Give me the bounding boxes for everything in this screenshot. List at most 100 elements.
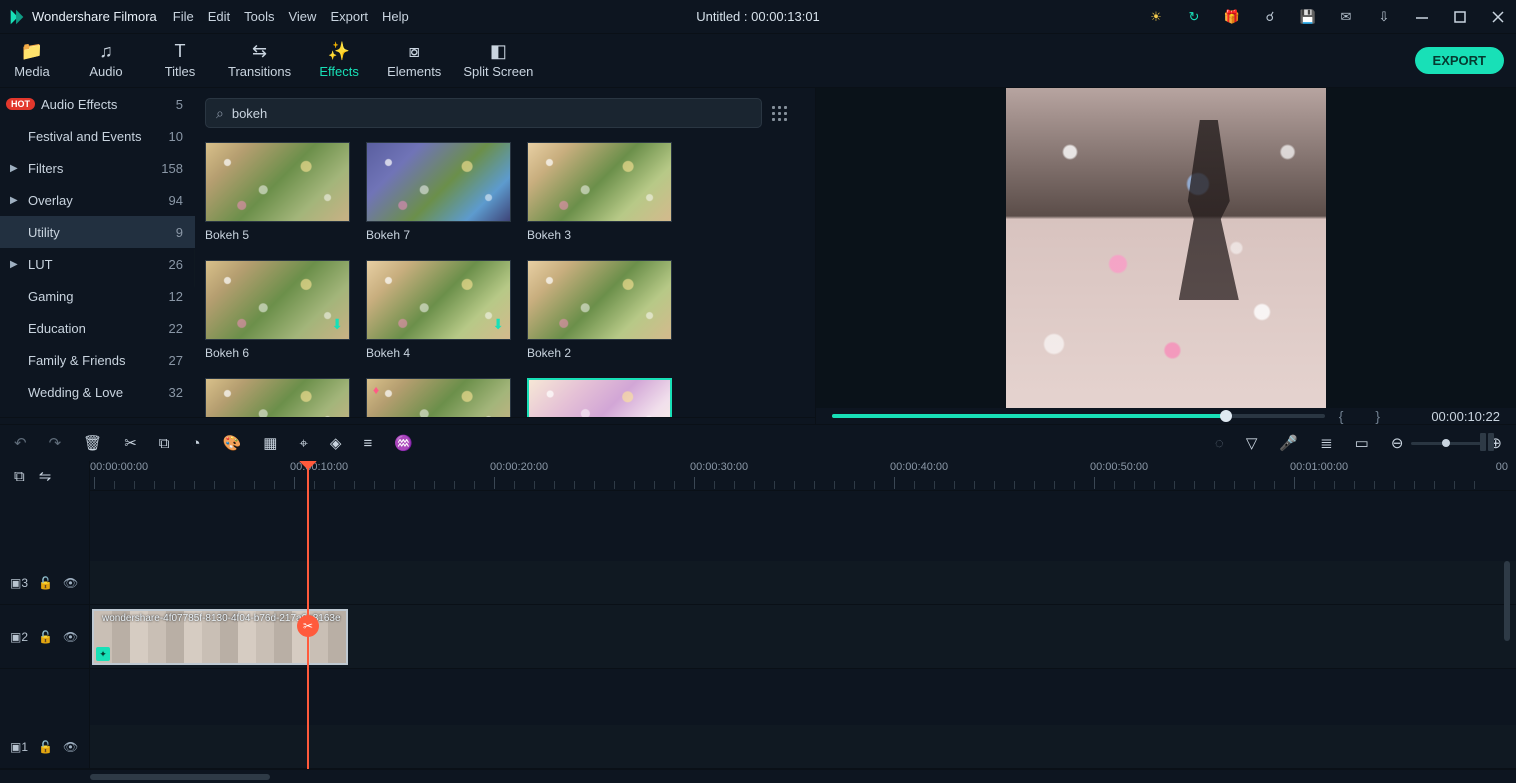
effect-label: Bokeh 4 [366, 346, 511, 360]
eye-icon[interactable]: 👁 [63, 630, 78, 644]
export-button[interactable]: EXPORT [1415, 47, 1504, 74]
sidebar-item-family[interactable]: Family & Friends27 [0, 344, 195, 376]
eye-icon[interactable]: 👁 [63, 740, 78, 754]
search-input[interactable] [230, 105, 751, 122]
playhead[interactable]: ✂ [307, 461, 309, 769]
sidebar-item-festival[interactable]: Festival and Events10 [0, 120, 195, 152]
zoom-out-icon[interactable]: ⊖ [1391, 434, 1404, 452]
playhead-scissors-icon[interactable]: ✂ [297, 615, 319, 637]
color-icon[interactable]: 🎨 [223, 434, 242, 452]
link-icon[interactable]: ⇋ [39, 467, 52, 485]
effect-item[interactable] [527, 378, 672, 417]
effects-categories-sidebar[interactable]: HOTAudio Effects5 Festival and Events10 … [0, 88, 195, 417]
zoom-slider[interactable] [1411, 442, 1481, 445]
save-icon[interactable]: 💾 [1298, 7, 1318, 27]
sidebar-item-overlay[interactable]: ▶Overlay94 [0, 184, 195, 216]
green-screen-icon[interactable]: ▦ [263, 434, 277, 452]
tab-media[interactable]: 📁Media [6, 42, 58, 79]
app-logo-icon [8, 8, 26, 26]
effect-item[interactable]: Bokeh 3 [527, 142, 672, 252]
scrollbar-thumb[interactable] [90, 774, 270, 780]
tab-titles[interactable]: TTitles [154, 42, 206, 79]
audio-wave-icon[interactable]: ♒ [394, 434, 413, 452]
menu-help[interactable]: Help [382, 9, 409, 24]
gift-icon[interactable]: 🎁 [1222, 7, 1242, 27]
track-header-3[interactable]: ▣3🔓👁 [0, 561, 89, 605]
message-icon[interactable]: ✉ [1336, 7, 1356, 27]
effect-item[interactable]: Bokeh 5 [205, 142, 350, 252]
tab-effects[interactable]: ✨Effects [313, 42, 365, 79]
cut-icon[interactable]: ✂ [124, 434, 137, 452]
effect-item[interactable] [205, 378, 350, 417]
view-grid-icon[interactable] [772, 106, 787, 121]
sidebar-item-lut[interactable]: ▶LUT26 [0, 248, 195, 280]
eye-icon[interactable]: 👁 [63, 576, 78, 590]
motion-tracking-icon[interactable]: ⌖ [299, 435, 307, 452]
sidebar-item-wedding[interactable]: Wedding & Love32 [0, 376, 195, 408]
account-icon[interactable]: ☌ [1260, 7, 1280, 27]
effect-label: Bokeh 6 [205, 346, 350, 360]
lock-icon[interactable]: 🔓 [38, 630, 53, 644]
tab-transitions[interactable]: ⇆Transitions [228, 42, 291, 79]
sidebar-item-gaming[interactable]: Gaming12 [0, 280, 195, 312]
speed-icon[interactable]: ◔ [192, 435, 201, 452]
preview-canvas[interactable] [816, 88, 1516, 408]
menu-tools[interactable]: Tools [244, 9, 274, 24]
minimize-icon[interactable] [1412, 7, 1432, 27]
folder-icon: 📁 [21, 42, 43, 60]
sidebar-item-filters[interactable]: ▶Filters158 [0, 152, 195, 184]
track-1[interactable] [90, 725, 1516, 769]
premium-gem-icon: ♦ [373, 383, 379, 397]
keyframe-icon[interactable]: ◈ [330, 434, 342, 452]
tab-titles-label: Titles [165, 64, 196, 79]
adjust-icon[interactable]: ≡ [363, 435, 372, 452]
effects-search[interactable]: ⌕ [205, 98, 762, 128]
effect-item[interactable]: Bokeh 2 [527, 260, 672, 370]
render-icon[interactable]: ◌ [1215, 435, 1224, 452]
zoom-thumb[interactable] [1442, 439, 1450, 447]
effect-item[interactable]: Bokeh 7 [366, 142, 511, 252]
tab-elements[interactable]: ⧇Elements [387, 42, 441, 79]
sidebar-item-audio-effects[interactable]: HOTAudio Effects5 [0, 88, 195, 120]
refresh-icon[interactable]: ↻ [1184, 7, 1204, 27]
track-3[interactable] [90, 561, 1516, 605]
undo-icon[interactable]: ↶ [14, 434, 27, 452]
effect-item[interactable]: ⬇Bokeh 6 [205, 260, 350, 370]
timeline-h-scrollbar[interactable] [0, 769, 1516, 783]
marker-braces[interactable]: { } [1339, 408, 1394, 424]
menu-export[interactable]: Export [330, 9, 368, 24]
maximize-icon[interactable] [1450, 7, 1470, 27]
lock-icon[interactable]: 🔓 [38, 576, 53, 590]
lock-icon[interactable]: 🔓 [38, 740, 53, 754]
effect-item[interactable]: ♦ [366, 378, 511, 417]
marker-icon[interactable]: ▽ [1246, 434, 1258, 452]
effect-item[interactable]: ⬇Bokeh 4 [366, 260, 511, 370]
tab-audio[interactable]: ♫Audio [80, 42, 132, 79]
crop-icon[interactable]: ⧉ [159, 435, 170, 452]
snap-icon[interactable]: ▭ [1355, 434, 1369, 452]
delete-icon[interactable]: 🗑 [83, 434, 102, 452]
sidebar-item-utility[interactable]: Utility9 [0, 216, 195, 248]
redo-icon[interactable]: ↷ [49, 434, 62, 452]
track-header-2[interactable]: ▣2🔓👁 [0, 605, 89, 669]
effect-thumbnail [527, 378, 672, 417]
progress-slider[interactable] [832, 414, 1325, 418]
tab-split-screen[interactable]: ◧Split Screen [463, 42, 533, 79]
add-track-icon[interactable]: ⧉ [14, 468, 25, 485]
mixer-icon[interactable]: ≣ [1320, 434, 1333, 452]
timeline-v-scrollbar[interactable] [1504, 561, 1510, 641]
voiceover-icon[interactable]: 🎤 [1279, 434, 1298, 452]
progress-thumb[interactable] [1220, 410, 1232, 422]
effects-thumbnails[interactable]: Bokeh 5 Bokeh 7 Bokeh 3 ⬇Bokeh 6 ⬇Bokeh … [205, 142, 811, 417]
effect-thumbnail: ♦ [366, 378, 511, 417]
sidebar-item-education[interactable]: Education22 [0, 312, 195, 344]
timeline-tracks[interactable]: 00:00:00:0000:00:10:0000:00:20:0000:00:3… [90, 461, 1516, 769]
tips-icon[interactable]: ☀ [1146, 7, 1166, 27]
close-icon[interactable] [1488, 7, 1508, 27]
menu-view[interactable]: View [288, 9, 316, 24]
download-icon[interactable]: ⇩ [1374, 7, 1394, 27]
track-header-1[interactable]: ▣1🔓👁 [0, 725, 89, 769]
menu-file[interactable]: File [173, 9, 194, 24]
effect-thumbnail [205, 378, 350, 417]
menu-edit[interactable]: Edit [208, 9, 230, 24]
